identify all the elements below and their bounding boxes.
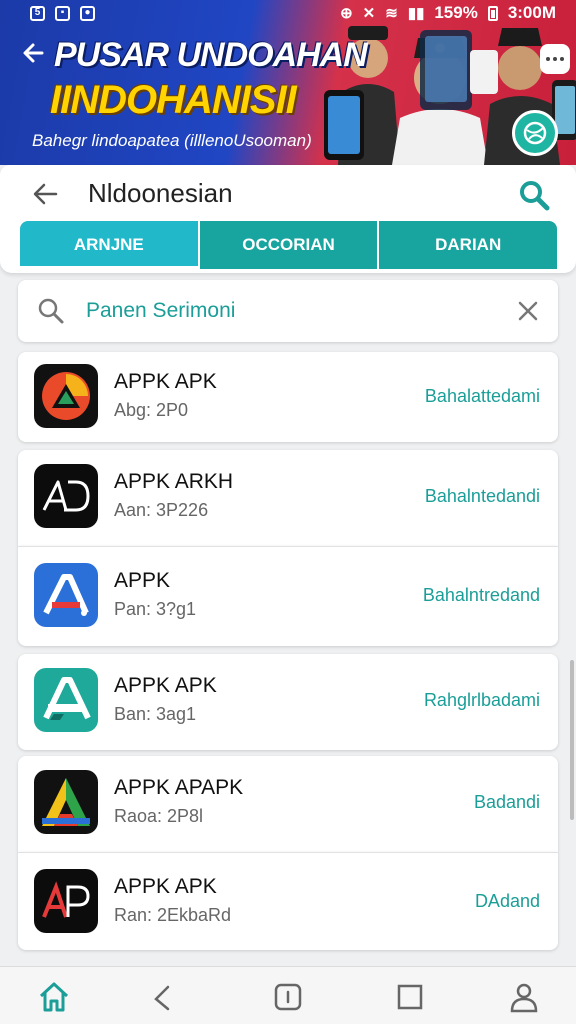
app-name: APPK APK [114, 370, 217, 393]
app-action-link[interactable]: Bahalntredand [423, 585, 540, 606]
app-meta: Ran: 2EkbaRd [114, 905, 232, 925]
green-a-logo-icon [34, 668, 98, 732]
wifi-icon: ≋ [385, 4, 398, 22]
app-name: APPK APK [114, 875, 217, 898]
colorful-a-logo-icon [34, 770, 98, 834]
app-name: APPK APK [114, 674, 217, 697]
gallery-icon: ▪ [55, 5, 70, 21]
banner-back-arrow-icon[interactable] [20, 38, 50, 68]
status-bar: 5 ▪ ● ⊕ ✕ ≋ ▮▮ 159% 3:00M [0, 0, 576, 26]
mute-icon: ✕ [362, 4, 376, 22]
banner-caption: Bahegr lindoapatea (illlenoUsooman) [32, 131, 312, 150]
scrollbar[interactable] [570, 660, 574, 820]
signal-icon: ▮▮ [407, 4, 425, 22]
app-meta: Raoa: 2P8l [114, 806, 204, 826]
app-row[interactable]: APPK APK Ran: 2EkbaRd DAdand [18, 852, 558, 950]
tab-bar: ARNJNE OCCORIAN DARIAN [20, 221, 558, 269]
app-header: Nldoonesian ARNJNE OCCORIAN DARIAN [0, 165, 576, 273]
recent-icon[interactable] [270, 979, 306, 1015]
app-row[interactable]: APPK APK Ban: 3ag1 Rahglrlbadami [18, 654, 558, 750]
banner-subtitle: IINDOHANISII [50, 78, 297, 122]
app-row[interactable]: APPK ARKH Aan: 3P226 Bahalntedandi [18, 450, 558, 546]
banner-title: PUSAR UNDOAHAN [54, 36, 368, 74]
clear-icon[interactable] [514, 297, 542, 325]
back-gesture-icon[interactable] [146, 979, 182, 1015]
chat-icon[interactable] [540, 44, 570, 74]
battery-icon [487, 5, 498, 21]
app-meta: Abg: 2P0 [114, 400, 189, 420]
tab-arnjne[interactable]: ARNJNE [20, 221, 198, 269]
tab-darian[interactable]: DARIAN [379, 221, 558, 269]
app-meta: Ban: 3ag1 [114, 704, 197, 724]
app-action-link[interactable]: Rahglrlbadami [424, 690, 540, 711]
nfc-icon: ⊕ [340, 4, 353, 22]
triangle-logo-icon [34, 364, 98, 428]
app-row[interactable]: APPK Pan: 3?g1 Bahalntredand [18, 546, 558, 646]
app-row[interactable]: APPK APAPK Raoa: 2P8l Badandi [18, 756, 558, 852]
page-title: Nldoonesian [88, 178, 233, 208]
ad-logo-icon [34, 464, 98, 528]
ap-logo-icon [34, 869, 98, 933]
messenger-icon: ● [80, 5, 95, 21]
app-row[interactable]: APPK APK Abg: 2P0 Bahalattedami [18, 352, 558, 442]
search-input[interactable] [86, 292, 486, 330]
battery-percent: 159% [434, 3, 478, 22]
status-time: 3:00M [507, 3, 556, 22]
profile-icon[interactable] [506, 979, 542, 1015]
app-name: APPK APAPK [114, 776, 244, 799]
app-meta: Aan: 3P226 [114, 500, 209, 520]
promo-banner: 5 ▪ ● ⊕ ✕ ≋ ▮▮ 159% 3:00M PUSAR UNDOAHAN… [0, 0, 576, 165]
app-name: APPK [114, 569, 171, 592]
search-field-icon [38, 298, 64, 324]
blue-a-logo-icon [34, 563, 98, 627]
tab-occorian[interactable]: OCCORIAN [199, 221, 378, 269]
back-arrow-icon[interactable] [30, 179, 62, 209]
search-bar [18, 280, 558, 342]
app-action-link[interactable]: Bahalntedandi [425, 486, 540, 507]
app-action-link[interactable]: Badandi [474, 792, 540, 813]
app-meta: Pan: 3?g1 [114, 599, 197, 619]
bottom-navigation [0, 966, 576, 1024]
search-icon[interactable] [516, 177, 552, 213]
app-action-link[interactable]: DAdand [475, 891, 540, 912]
home-icon[interactable] [36, 979, 72, 1015]
app-action-link[interactable]: Bahalattedami [425, 386, 540, 407]
globe-icon[interactable] [512, 110, 558, 156]
status-sim-icon: 5 [30, 5, 45, 21]
square-icon[interactable] [392, 979, 428, 1015]
app-name: APPK ARKH [114, 470, 234, 493]
